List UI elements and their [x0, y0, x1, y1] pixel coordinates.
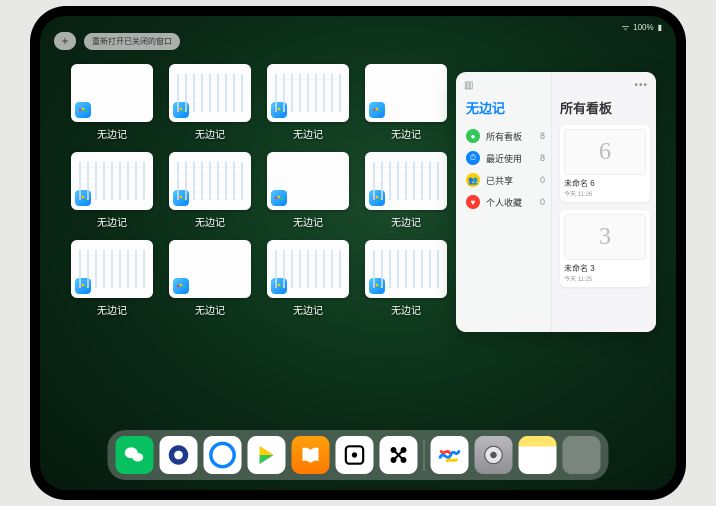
thumbnail-preview — [365, 152, 447, 210]
window-thumbnail[interactable]: 无边记 — [266, 240, 350, 324]
thumbnail-label: 无边记 — [195, 214, 225, 229]
thumbnail-preview — [71, 240, 153, 298]
nav-label: 已共享 — [486, 174, 513, 187]
app-switcher-grid: 无边记无边记无边记无边记无边记无边记无边记无边记无边记无边记无边记无边记 — [70, 64, 450, 324]
nav-icon: ● — [466, 129, 480, 143]
thumbnail-label: 无边记 — [97, 126, 127, 141]
thumbnail-preview — [169, 152, 251, 210]
freeform-icon — [75, 190, 91, 206]
thumbnail-label: 无边记 — [195, 302, 225, 317]
board-preview: 3 — [564, 214, 646, 260]
thumbnail-preview — [365, 64, 447, 122]
freeform-icon — [75, 102, 91, 118]
dock-app-books[interactable] — [292, 436, 330, 474]
nav-count: 0 — [540, 197, 545, 207]
sidebar-item[interactable]: 👥 已共享 0 — [466, 169, 545, 191]
thumbnail-label: 无边记 — [391, 214, 421, 229]
nav-count: 0 — [540, 175, 545, 185]
freeform-icon — [271, 102, 287, 118]
thumbnail-label: 无边记 — [195, 126, 225, 141]
more-icon[interactable]: ••• — [634, 80, 648, 91]
window-thumbnail[interactable]: 无边记 — [364, 240, 448, 324]
dock-app-notes[interactable] — [519, 436, 557, 474]
thumbnail-label: 无边记 — [97, 302, 127, 317]
nav-label: 个人收藏 — [486, 196, 522, 209]
window-thumbnail[interactable]: 无边记 — [70, 240, 154, 324]
dock-separator — [424, 439, 425, 471]
dock-app-dice[interactable] — [336, 436, 374, 474]
board-name: 未命名 6 — [564, 178, 646, 189]
freeform-icon — [75, 278, 91, 294]
window-thumbnail[interactable]: 无边记 — [266, 64, 350, 148]
thumbnail-preview — [267, 64, 349, 122]
thumbnail-label: 无边记 — [293, 214, 323, 229]
thumbnail-preview — [267, 152, 349, 210]
thumbnail-preview — [365, 240, 447, 298]
dock-app-freeform[interactable] — [431, 436, 469, 474]
dock-app-qqbrowser[interactable] — [204, 436, 242, 474]
dock-app-applib[interactable] — [563, 436, 601, 474]
window-thumbnail[interactable]: 无边记 — [266, 152, 350, 236]
status-bar: ᯤ 100% ▮ — [622, 22, 662, 33]
freeform-icon — [369, 102, 385, 118]
board-timestamp: 今天 11:25 — [564, 274, 646, 283]
window-thumbnail[interactable]: 无边记 — [168, 152, 252, 236]
window-thumbnail[interactable]: 无边记 — [364, 64, 448, 148]
window-thumbnail[interactable]: 无边记 — [70, 152, 154, 236]
thumbnail-label: 无边记 — [293, 302, 323, 317]
board-card[interactable]: 3 未命名 3今天 11:25 — [560, 210, 650, 287]
freeform-icon — [271, 190, 287, 206]
freeform-icon — [173, 190, 189, 206]
dock-app-wechat[interactable] — [116, 436, 154, 474]
thumbnail-preview — [71, 64, 153, 122]
battery-icon: ▮ — [658, 23, 662, 32]
freeform-panel[interactable]: ▥ ••• 无边记 ● 所有看板 8 ⏱ 最近使用 8 👥 已共享 0 ♥ 个人收藏 0 所有看板 6… — [456, 72, 656, 332]
window-thumbnail[interactable]: 无边记 — [168, 64, 252, 148]
thumbnail-label: 无边记 — [391, 126, 421, 141]
nav-label: 所有看板 — [486, 130, 522, 143]
thumbnail-preview — [71, 152, 153, 210]
nav-icon: ♥ — [466, 195, 480, 209]
board-card[interactable]: 6 未命名 6今天 11:26 — [560, 125, 650, 202]
panel-left-title: 无边记 — [466, 98, 545, 117]
screen: ᯤ 100% ▮ + 重新打开已关闭的窗口 无边记无边记无边记无边记无边记无边记… — [40, 16, 676, 490]
nav-label: 最近使用 — [486, 152, 522, 165]
board-name: 未命名 3 — [564, 263, 646, 274]
window-thumbnail[interactable]: 无边记 — [364, 152, 448, 236]
window-thumbnail[interactable]: 无边记 — [70, 64, 154, 148]
sidebar-item[interactable]: ♥ 个人收藏 0 — [466, 191, 545, 213]
nav-icon: ⏱ — [466, 151, 480, 165]
ipad-frame: ᯤ 100% ▮ + 重新打开已关闭的窗口 无边记无边记无边记无边记无边记无边记… — [30, 6, 686, 500]
freeform-icon — [369, 278, 385, 294]
thumbnail-label: 无边记 — [293, 126, 323, 141]
thumbnail-preview — [169, 64, 251, 122]
panel-right-title: 所有看板 — [560, 98, 650, 117]
dock — [108, 430, 609, 480]
freeform-icon — [271, 278, 287, 294]
board-timestamp: 今天 11:26 — [564, 189, 646, 198]
thumbnail-preview — [169, 240, 251, 298]
sidebar-toggle-icon[interactable]: ▥ — [464, 80, 473, 91]
sidebar-item[interactable]: ● 所有看板 8 — [466, 125, 545, 147]
reopen-closed-window-button[interactable]: 重新打开已关闭的窗口 — [84, 33, 180, 50]
nav-count: 8 — [540, 131, 545, 141]
window-thumbnail[interactable]: 无边记 — [168, 240, 252, 324]
dock-app-qqhd[interactable] — [160, 436, 198, 474]
freeform-icon — [369, 190, 385, 206]
nav-icon: 👥 — [466, 173, 480, 187]
battery-label: 100% — [633, 23, 653, 32]
new-window-button[interactable]: + — [54, 32, 76, 50]
board-preview: 6 — [564, 129, 646, 175]
freeform-icon — [173, 102, 189, 118]
dock-app-lifx[interactable] — [380, 436, 418, 474]
thumbnail-label: 无边记 — [391, 302, 421, 317]
wifi-icon: ᯤ — [622, 22, 629, 33]
freeform-icon — [173, 278, 189, 294]
nav-count: 8 — [540, 153, 545, 163]
dock-app-settings[interactable] — [475, 436, 513, 474]
thumbnail-preview — [267, 240, 349, 298]
thumbnail-label: 无边记 — [97, 214, 127, 229]
dock-app-play[interactable] — [248, 436, 286, 474]
sidebar-item[interactable]: ⏱ 最近使用 8 — [466, 147, 545, 169]
